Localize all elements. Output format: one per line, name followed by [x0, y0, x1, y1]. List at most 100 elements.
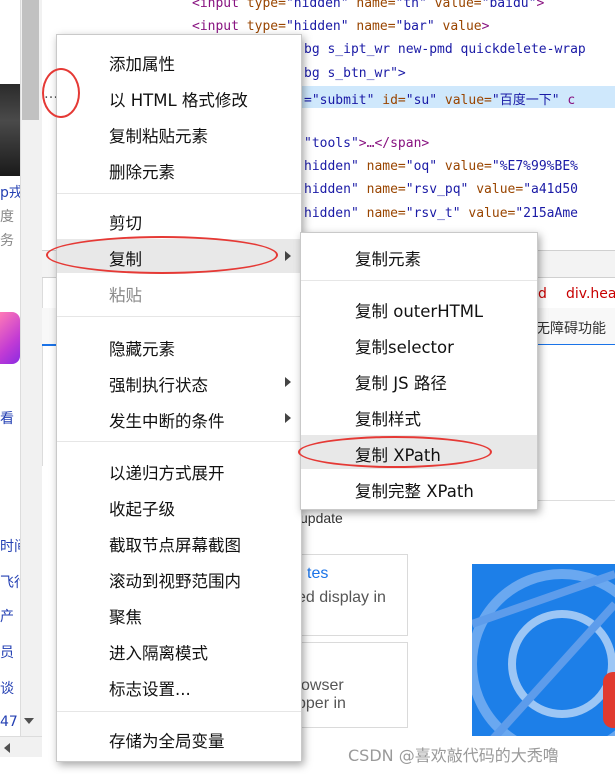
code-line[interactable]: bg s_ipt_wr new-pmd quickdelete-wrap — [304, 42, 586, 57]
menu-item-badge-settings[interactable]: 标志设置... — [57, 669, 301, 703]
menu-item-enter-isolation-mode[interactable]: 进入隔离模式 — [57, 633, 301, 667]
code-attr: type= — [246, 19, 286, 34]
submenu-arrow-icon — [285, 413, 291, 423]
whats-new-card[interactable]: owser pper in — [296, 642, 408, 728]
code-line[interactable]: hidden" name="rsv_t" value="215aAme — [304, 206, 578, 221]
page-text-fragment[interactable]: 产 — [0, 606, 14, 626]
code-attr: id= — [374, 93, 406, 108]
card-text: owser — [301, 677, 344, 694]
menu-item-edit-as-html[interactable]: 以 HTML 格式修改 — [57, 80, 301, 114]
code-value: "oq" — [405, 159, 438, 174]
page-text-fragment[interactable]: 员 — [0, 642, 14, 662]
code-attr: value — [434, 19, 482, 34]
menu-item-label: 发生中断的条件 — [109, 412, 225, 431]
submenu-item-copy-js-path[interactable]: 复制 JS 路径 — [301, 363, 537, 397]
code-attr: value= — [437, 159, 492, 174]
scroll-left-arrow-icon[interactable] — [4, 743, 10, 753]
submenu-item-copy-selector[interactable]: 复制selector — [301, 327, 537, 361]
menu-item-label: 复制完整 XPath — [355, 482, 474, 501]
code-attr: name= — [358, 159, 406, 174]
submenu-arrow-icon — [285, 377, 291, 387]
submenu-item-copy-full-xpath[interactable]: 复制完整 XPath — [301, 471, 537, 505]
menu-item-label: 隐藏元素 — [109, 340, 175, 359]
code-line[interactable]: ="submit" id="su" value="百度一下" c — [304, 89, 575, 108]
scrollbar-thumb[interactable] — [22, 0, 39, 120]
feature-illustration — [472, 564, 615, 740]
code-line[interactable]: hidden" name="oq" value="%E7%99%BE% — [304, 159, 578, 174]
menu-item-break-on[interactable]: 发生中断的条件 — [57, 401, 301, 435]
menu-item-collapse-children[interactable]: 收起子级 — [57, 489, 301, 523]
code-value: ="submit" — [304, 93, 375, 108]
breadcrumb-item[interactable]: d — [538, 286, 547, 302]
code-line[interactable]: hidden" name="rsv_pq" value="a41d50 — [304, 182, 578, 197]
menu-item-duplicate-element[interactable]: 复制粘贴元素 — [57, 116, 301, 150]
page-text-fragment[interactable]: 看 — [0, 408, 14, 428]
copy-submenu: 复制元素 复制 outerHTML 复制selector 复制 JS 路径 复制… — [300, 232, 538, 510]
code-value: "rsv_t" — [405, 206, 461, 221]
code-line[interactable]: bg s_btn_wr"> — [304, 66, 406, 81]
menu-item-label: 收起子级 — [109, 500, 175, 519]
submenu-item-copy-styles[interactable]: 复制样式 — [301, 399, 537, 433]
scroll-down-arrow-icon[interactable] — [24, 718, 34, 724]
feature-badge — [603, 672, 615, 728]
card-text: ed display in — [297, 589, 386, 606]
menu-item-capture-node-screenshot[interactable]: 截取节点屏幕截图 — [57, 525, 301, 559]
code-tag: <input — [192, 19, 247, 34]
page-text-fragment[interactable]: 47 — [0, 714, 18, 730]
menu-item-label: 复制元素 — [355, 250, 421, 269]
code-attr: name= — [348, 0, 396, 11]
menu-item-label: 强制执行状态 — [109, 376, 208, 395]
menu-item-label: 复制样式 — [355, 410, 421, 429]
menu-item-label: 粘贴 — [109, 286, 142, 305]
submenu-item-copy-element[interactable]: 复制元素 — [301, 239, 537, 273]
whats-new-card[interactable]: tes ed display in — [296, 554, 408, 636]
code-value: hidden" — [304, 159, 359, 174]
code-value: "baidu" — [481, 0, 537, 11]
code-tag: > — [536, 0, 545, 11]
code-value: "bar" — [395, 19, 435, 34]
menu-item-label: 删除元素 — [109, 163, 175, 182]
code-tag: <input — [192, 0, 247, 11]
menu-item-label: 复制 JS 路径 — [355, 374, 447, 393]
menu-item-label: 复制 outerHTML — [355, 302, 484, 321]
code-tag: > — [481, 19, 490, 34]
menu-item-store-as-global-variable[interactable]: 存储为全局变量 — [57, 721, 301, 755]
menu-separator — [57, 316, 301, 317]
code-value: "hidden" — [285, 0, 349, 11]
code-value: "tools" — [304, 136, 359, 151]
menu-item-label: 聚焦 — [109, 608, 142, 627]
code-value: "su" — [405, 93, 438, 108]
menu-item-force-state[interactable]: 强制执行状态 — [57, 365, 301, 399]
chrome-logo-outline-icon — [472, 569, 615, 740]
menu-item-cut[interactable]: 剪切 — [57, 203, 301, 237]
code-line[interactable]: <input type="hidden" name="tn" value="ba… — [192, 0, 544, 11]
menu-item-label: 标志设置... — [109, 680, 191, 699]
menu-item-hide-element[interactable]: 隐藏元素 — [57, 329, 301, 363]
code-line[interactable]: <input type="hidden" name="bar" value> — [192, 19, 489, 34]
code-attr: value= — [468, 182, 524, 197]
menu-item-focus[interactable]: 聚焦 — [57, 597, 301, 631]
menu-item-scroll-into-view[interactable]: 滚动到视野范围内 — [57, 561, 301, 595]
submenu-item-copy-outerhtml[interactable]: 复制 outerHTML — [301, 291, 537, 325]
menu-item-expand-recursively[interactable]: 以递归方式展开 — [57, 453, 301, 487]
tab-accessibility[interactable]: 无障碍功能 — [536, 318, 606, 338]
code-value: "rsv_pq" — [405, 182, 469, 197]
code-attr: type= — [246, 0, 286, 11]
code-value: "a41d50 — [523, 182, 578, 197]
menu-separator — [57, 441, 301, 442]
annotation-ellipse — [46, 236, 278, 274]
code-value: hidden" — [304, 182, 359, 197]
menu-item-label: 截取节点屏幕截图 — [109, 536, 241, 555]
card-link[interactable]: tes — [307, 565, 328, 583]
menu-item-label: 复制粘贴元素 — [109, 127, 208, 146]
menu-item-label: 进入隔离模式 — [109, 644, 208, 663]
code-attr: name= — [348, 19, 396, 34]
menu-separator — [301, 280, 537, 281]
page-text-fragment: 务 — [0, 233, 14, 249]
menu-item-delete-element[interactable]: 删除元素 — [57, 152, 301, 186]
breadcrumb-item[interactable]: div.hea — [566, 286, 615, 302]
menu-item-label: 存储为全局变量 — [109, 732, 225, 751]
code-line[interactable]: "tools">…</span> — [304, 136, 429, 151]
menu-item-add-attribute[interactable]: 添加属性 — [57, 44, 301, 78]
page-text-fragment[interactable]: 谈 — [0, 678, 14, 698]
